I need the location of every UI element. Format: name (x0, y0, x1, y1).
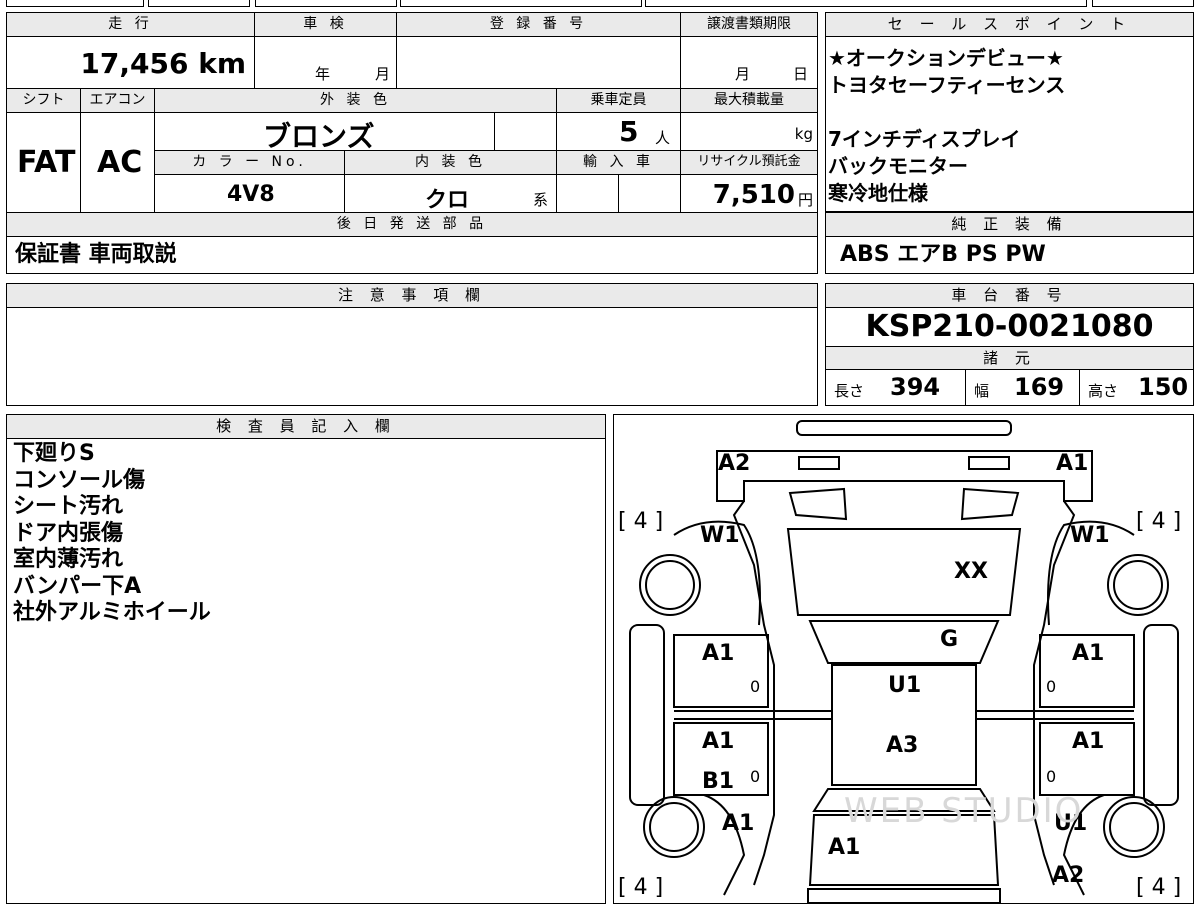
chassis-box: 車 台 番 号 KSP210-0021080 諸 元 長さ 394 幅 169 … (825, 283, 1194, 406)
sales-point-line: 寒冷地仕様 (828, 181, 928, 205)
inspection-value: 年 月 (255, 37, 397, 89)
interior-header: 内 装 色 (345, 151, 557, 175)
max-load-value: kg (681, 113, 817, 151)
equipment-header: 純 正 装 備 (826, 213, 1193, 237)
inspector-list: 下廻りS コンソール傷 シート汚れ ドア内張傷 室内薄汚れ バンパー下A 社外ア… (13, 441, 211, 627)
inspector-box: 検 査 員 記 入 欄 下廻りS コンソール傷 シート汚れ ドア内張傷 室内薄汚… (6, 414, 606, 904)
tire-mark-rl: [ 4 ] (618, 875, 664, 900)
notes-box: 注 意 事 項 欄 (6, 283, 818, 406)
spec-width: 幅 169 (966, 370, 1080, 406)
tire-mark-fl: [ 4 ] (618, 509, 664, 534)
watermark: WEB STUDIO (844, 791, 1084, 831)
mark-windshield: G (940, 627, 959, 652)
mileage-header: 走 行 (7, 13, 255, 37)
sales-point-line: トヨタセーフティーセンス (828, 73, 1066, 97)
mark-front-left: A2 (718, 451, 751, 476)
mark-door-rr-zero: 0 (1046, 767, 1057, 786)
mark-rear-roof: A3 (886, 733, 919, 758)
mark-rear-bumper-r: A2 (1052, 863, 1085, 888)
import-header: 輸 入 車 (557, 151, 681, 175)
top-strip-mid1 (148, 0, 250, 7)
import-value-b (619, 175, 681, 213)
mark-roof: U1 (888, 673, 922, 698)
max-load-header: 最大積載量 (681, 89, 817, 113)
color-no-value: 4V8 (155, 175, 345, 213)
import-value-a (557, 175, 619, 213)
shift-header: シフト (7, 89, 81, 113)
exterior-header: 外 装 色 (155, 89, 557, 113)
capacity-value: 5 人 (557, 113, 681, 151)
specs-header: 諸 元 (826, 346, 1193, 370)
chassis-number: KSP210-0021080 (865, 309, 1154, 344)
inspector-line: 社外アルミホイール (13, 600, 211, 625)
top-strip-right (1092, 0, 1194, 7)
registration-header: 登 録 番 号 (397, 13, 681, 37)
exterior-value: ブロンズ (155, 113, 495, 153)
inspector-line: 室内薄汚れ (13, 547, 124, 572)
mark-door-fr: A1 (1072, 641, 1105, 666)
vehicle-info-grid: 走 行 車 検 登 録 番 号 譲渡書類期限 17,456 km 年 月 月 日… (6, 12, 818, 274)
sales-points-list: ★オークションデビュー★ トヨタセーフティーセンス 7インチディスプレイ バック… (828, 45, 1065, 207)
registration-value (397, 37, 681, 89)
mileage-value: 17,456 km (7, 37, 255, 89)
mark-door-rr: A1 (1072, 729, 1105, 754)
sales-points-header: セ ー ル ス ポ イ ン ト (826, 13, 1193, 37)
mark-sill-rl: B1 (702, 769, 735, 794)
sales-point-line: 7インチディスプレイ (828, 127, 1021, 151)
transfer-header: 譲渡書類期限 (681, 13, 817, 37)
notes-header: 注 意 事 項 欄 (7, 284, 817, 308)
car-diagram: A2 A1 [ 4 ] [ 4 ] [ 4 ] [ 4 ] W1 W1 XX G… (613, 414, 1194, 904)
top-strip-mid4 (645, 0, 1087, 7)
capacity-header: 乗車定員 (557, 89, 681, 113)
inspector-line: 下廻りS (13, 441, 95, 466)
mark-door-rl: A1 (702, 729, 735, 754)
deferred-value: 保証書 車両取説 (15, 242, 177, 267)
ac-value: AC (81, 113, 155, 213)
interior-value: クロ 系 (345, 175, 557, 213)
mark-rear-fender-l: A1 (722, 811, 755, 836)
recycle-value: 7,510 円 (681, 175, 817, 213)
spec-length: 長さ 394 (826, 370, 966, 406)
deferred-header: 後 日 発 送 部 品 (7, 213, 817, 237)
mark-front-right: A1 (1056, 451, 1089, 476)
ac-header: エアコン (81, 89, 155, 113)
sales-point-line: バックモニター (828, 154, 968, 178)
inspector-line: シート汚れ (13, 494, 124, 519)
inspector-line: コンソール傷 (13, 467, 146, 493)
exterior-extra (495, 113, 557, 151)
mark-tailgate: A1 (828, 835, 861, 860)
sales-point-line (828, 99, 1065, 126)
top-strip-mid2 (255, 0, 397, 7)
tire-mark-rr: [ 4 ] (1136, 875, 1182, 900)
recycle-header: リサイクル預託金 (681, 151, 817, 175)
transfer-value: 月 日 (681, 37, 817, 89)
inspection-header: 車 検 (255, 13, 397, 37)
equipment-box: 純 正 装 備 ABS エアB PS PW (825, 212, 1194, 274)
top-strip-mid3 (400, 0, 642, 7)
inspector-line: バンパー下A (13, 573, 142, 599)
mark-hood: XX (954, 559, 988, 584)
mark-door-fl: A1 (702, 641, 735, 666)
mark-fender-fl: W1 (700, 523, 740, 548)
sales-points-box: セ ー ル ス ポ イ ン ト ★オークションデビュー★ トヨタセーフティーセン… (825, 12, 1194, 212)
inspector-line: ドア内張傷 (13, 520, 124, 546)
mark-fender-fr: W1 (1070, 523, 1110, 548)
mark-door-rl-zero: 0 (750, 767, 761, 786)
chassis-header: 車 台 番 号 (826, 284, 1193, 308)
shift-value: FAT (7, 113, 81, 213)
inspector-header: 検 査 員 記 入 欄 (7, 415, 605, 439)
top-strip-left (6, 0, 144, 7)
spec-height: 高さ 150 (1088, 373, 1189, 401)
mark-door-fr-zero: 0 (1046, 677, 1057, 696)
tire-mark-fr: [ 4 ] (1136, 509, 1182, 534)
sales-point-line: ★オークションデビュー★ (828, 46, 1064, 70)
equipment-value: ABS エアB PS PW (840, 242, 1046, 267)
color-no-header: カ ラ ー No. (155, 151, 345, 175)
mark-door-fl-zero: 0 (750, 677, 761, 696)
